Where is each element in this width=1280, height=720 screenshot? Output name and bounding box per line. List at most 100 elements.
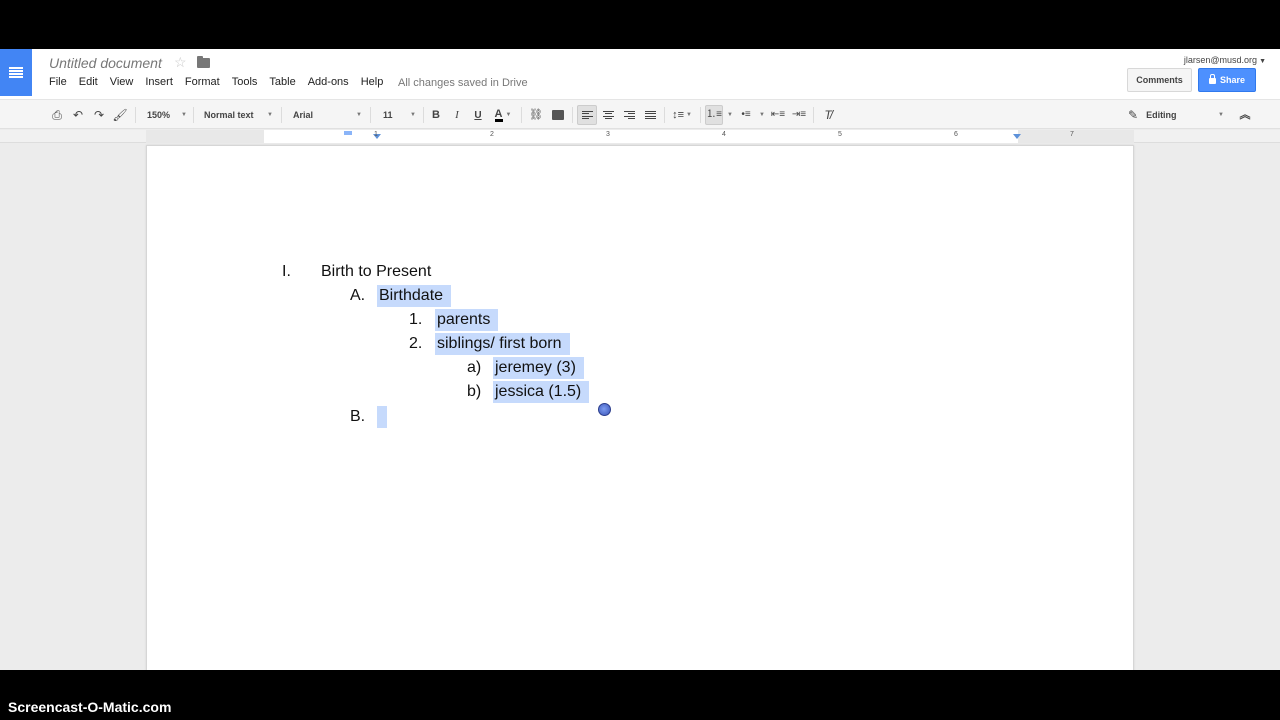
bold-button[interactable]: B bbox=[428, 105, 444, 125]
list-marker: A. bbox=[350, 287, 366, 304]
list-item-text[interactable] bbox=[377, 406, 387, 428]
font-value: Arial bbox=[293, 110, 314, 120]
align-left-button[interactable] bbox=[577, 105, 597, 125]
chevron-down-icon: ▼ bbox=[727, 112, 733, 118]
ruler-number: 2 bbox=[490, 131, 494, 138]
increase-indent-button[interactable]: ⇥≡ bbox=[790, 105, 808, 125]
bulleted-list-icon: •≡ bbox=[741, 109, 751, 120]
bulleted-list-options[interactable]: ▼ bbox=[757, 105, 767, 125]
decrease-indent-button[interactable]: ⇤≡ bbox=[769, 105, 787, 125]
comments-button[interactable]: Comments bbox=[1127, 68, 1192, 92]
text-color-button[interactable]: A ▼ bbox=[490, 105, 516, 125]
document-page[interactable]: I. Birth to Present A. Birthdate 1. pare… bbox=[146, 145, 1134, 670]
align-center-button[interactable] bbox=[599, 105, 617, 125]
justify-button[interactable] bbox=[641, 105, 659, 125]
redo-icon[interactable]: ↷ bbox=[90, 105, 108, 125]
menu-view[interactable]: View bbox=[110, 76, 134, 88]
decrease-indent-icon: ⇤≡ bbox=[770, 109, 786, 120]
list-item-text: siblings/ first born bbox=[435, 333, 570, 355]
share-label: Share bbox=[1219, 75, 1245, 85]
ruler-number: 7 bbox=[1070, 131, 1074, 138]
menu-insert[interactable]: Insert bbox=[145, 76, 173, 88]
right-indent-marker[interactable] bbox=[1013, 134, 1021, 139]
ruler-right-margin bbox=[1018, 130, 1134, 143]
ruler[interactable]: 1 2 3 4 5 6 7 bbox=[0, 130, 1280, 143]
menu-file[interactable]: File bbox=[49, 76, 67, 88]
list-item-text: parents bbox=[435, 309, 499, 331]
editing-mode-label: Editing bbox=[1146, 110, 1177, 120]
line-spacing-icon: ↕≡ bbox=[672, 108, 684, 121]
list-item-text: Birthdate bbox=[377, 285, 452, 307]
bulleted-list-button[interactable]: •≡ bbox=[737, 105, 755, 125]
numbered-list-options[interactable]: ▼ bbox=[725, 105, 735, 125]
underline-icon: U bbox=[474, 109, 482, 121]
chevron-down-icon: ▼ bbox=[759, 112, 765, 118]
print-icon[interactable]: ⎙ bbox=[48, 105, 66, 125]
menu-bar: File Edit View Insert Format Tools Table… bbox=[49, 76, 395, 88]
chevron-down-icon: ▼ bbox=[356, 112, 362, 118]
line-spacing-button[interactable]: ↕≡ ▼ bbox=[669, 105, 695, 125]
watermark: Screencast-O-Matic.com bbox=[8, 699, 172, 715]
toolbar-divider bbox=[281, 107, 282, 123]
menu-table[interactable]: Table bbox=[269, 76, 295, 88]
menu-edit[interactable]: Edit bbox=[79, 76, 98, 88]
account-email: jlarsen@musd.org bbox=[1183, 55, 1258, 65]
folder-icon[interactable] bbox=[197, 56, 210, 68]
collapse-menus-icon[interactable]: ︽ bbox=[1236, 105, 1254, 125]
text-color-icon: A bbox=[494, 107, 503, 122]
lock-icon bbox=[1208, 74, 1216, 84]
toolbar-divider bbox=[135, 107, 136, 123]
paragraph-style-select[interactable]: Normal text ▼ bbox=[199, 105, 275, 125]
toolbar-divider bbox=[572, 107, 573, 123]
star-icon[interactable]: ☆ bbox=[174, 54, 187, 71]
undo-icon[interactable]: ↶ bbox=[69, 105, 87, 125]
zoom-select[interactable]: 150% ▼ bbox=[141, 105, 189, 125]
menu-addons[interactable]: Add-ons bbox=[308, 76, 349, 88]
paint-format-icon[interactable]: 🖌 bbox=[111, 105, 129, 125]
list-marker: 2. bbox=[409, 335, 423, 352]
clear-formatting-button[interactable]: T̸ bbox=[819, 105, 837, 125]
ruler-number: 1 bbox=[374, 131, 378, 138]
link-icon[interactable]: ⛓ bbox=[527, 105, 545, 125]
menu-help[interactable]: Help bbox=[361, 76, 384, 88]
comment-icon[interactable] bbox=[549, 105, 567, 125]
first-line-indent-marker[interactable] bbox=[344, 131, 352, 135]
editing-mode-select[interactable]: ✎ Editing ▼ bbox=[1128, 105, 1228, 125]
align-left-icon bbox=[581, 110, 593, 120]
font-size-value: 11 bbox=[383, 110, 393, 120]
bold-icon: B bbox=[432, 109, 440, 121]
font-size-select[interactable]: 11 ▼ bbox=[378, 105, 418, 125]
align-right-button[interactable] bbox=[620, 105, 638, 125]
chevron-down-icon: ▼ bbox=[267, 112, 273, 118]
menu-tools[interactable]: Tools bbox=[232, 76, 258, 88]
ruler-track bbox=[146, 130, 1134, 143]
document-title[interactable]: Untitled document bbox=[49, 55, 162, 71]
underline-button[interactable]: U bbox=[470, 105, 486, 125]
chevron-down-icon: ▼ bbox=[410, 112, 416, 118]
zoom-value: 150% bbox=[147, 110, 171, 120]
toolbar-divider bbox=[813, 107, 814, 123]
font-select[interactable]: Arial ▼ bbox=[288, 105, 364, 125]
docs-home-icon[interactable] bbox=[0, 49, 32, 96]
italic-icon: I bbox=[455, 109, 459, 121]
save-status[interactable]: All changes saved in Drive bbox=[398, 77, 528, 89]
share-button[interactable]: Share bbox=[1198, 68, 1256, 92]
chevron-down-icon: ▼ bbox=[1259, 58, 1266, 65]
toolbar-divider bbox=[700, 107, 701, 123]
align-right-icon bbox=[623, 110, 635, 120]
chevron-down-icon: ▼ bbox=[181, 112, 187, 118]
ruler-number: 3 bbox=[606, 131, 610, 138]
menu-format[interactable]: Format bbox=[185, 76, 220, 88]
italic-button[interactable]: I bbox=[449, 105, 465, 125]
list-item-text: Birth to Present bbox=[321, 263, 432, 280]
list-item-text: jeremey (3) bbox=[493, 357, 584, 379]
pencil-icon: ✎ bbox=[1128, 108, 1139, 122]
style-value: Normal text bbox=[204, 110, 254, 120]
video-frame: Untitled document ☆ File Edit View Inser… bbox=[0, 0, 1280, 720]
mouse-cursor-icon bbox=[598, 403, 611, 416]
numbered-list-button[interactable]: ⒈≡ bbox=[705, 105, 723, 125]
toolbar-divider bbox=[423, 107, 424, 123]
account-menu[interactable]: jlarsen@musd.org ▼ bbox=[1184, 55, 1266, 65]
formatting-toolbar: ⎙ ↶ ↷ 🖌 150% ▼ Normal text ▼ Arial ▼ 11 ▼ B … bbox=[0, 99, 1280, 129]
ruler-number: 5 bbox=[838, 131, 842, 138]
